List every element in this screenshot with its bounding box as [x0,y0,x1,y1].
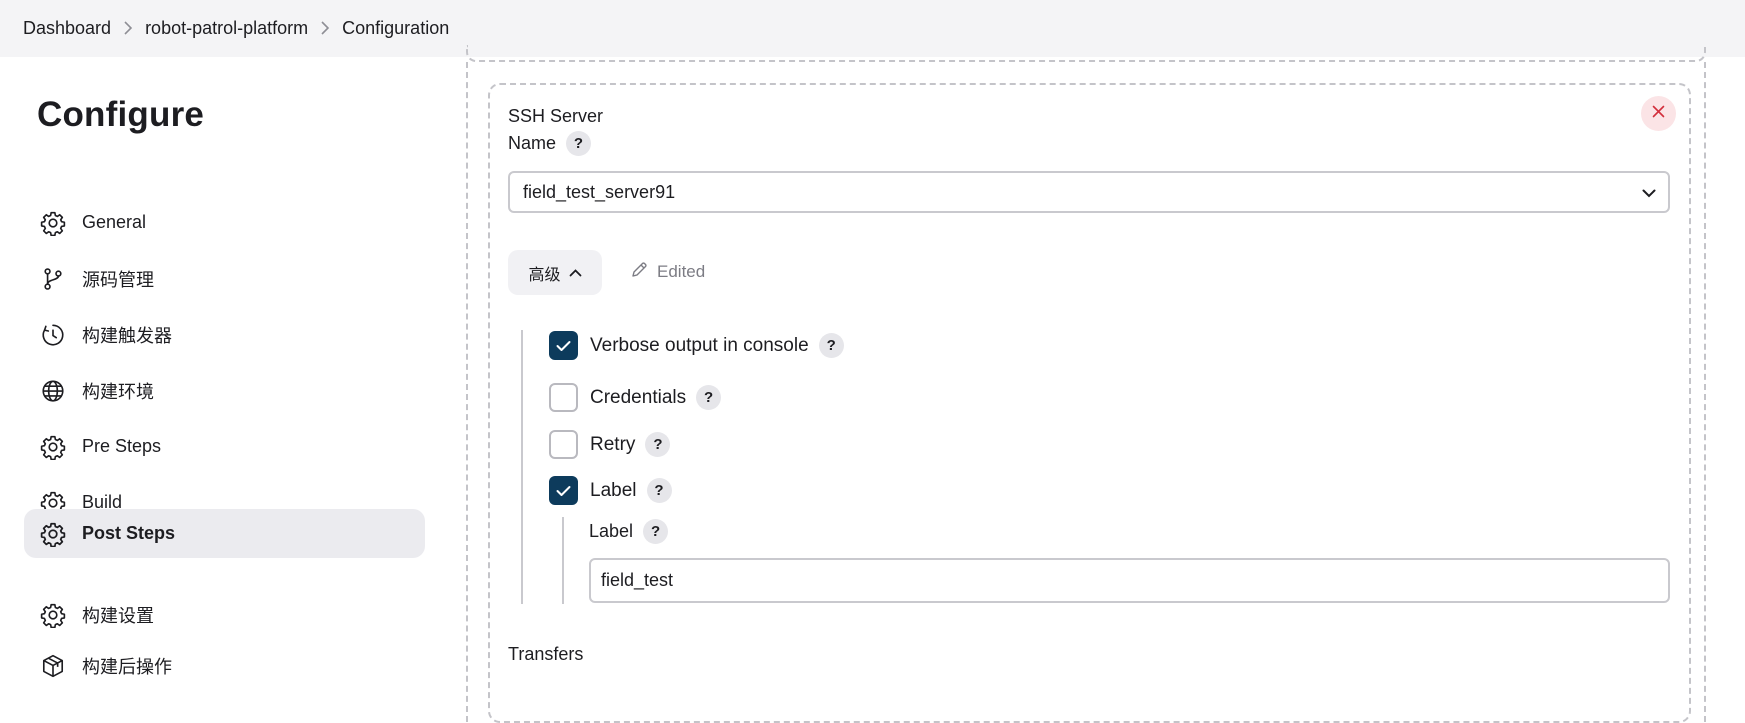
breadcrumb-project[interactable]: robot-patrol-platform [145,18,308,39]
label-field-label-text: Label [589,521,634,541]
verbose-checkbox[interactable] [549,331,578,360]
clock-icon [40,322,66,348]
gear-icon [40,521,66,547]
gear-icon [40,602,66,628]
sidebar-item-general[interactable]: General [24,198,425,247]
label-input[interactable]: field_test [589,558,1670,603]
sidebar-item-pre-steps[interactable]: Pre Steps [24,422,425,471]
label-checkbox-label: Label ? [590,476,672,505]
verbose-label: Verbose output in console ? [590,331,844,360]
chevron-right-icon [308,20,342,38]
breadcrumb-configuration[interactable]: Configuration [342,18,449,39]
help-icon[interactable]: ? [818,333,844,358]
sidebar-item-environment[interactable]: 构建环境 [24,366,425,415]
page-title: Configure [37,95,205,134]
label-block-rule [562,517,564,604]
transfers-heading: Transfers [508,644,584,664]
help-icon[interactable]: ? [645,432,671,457]
delete-server-button[interactable] [1641,96,1676,131]
pencil-icon [630,261,657,284]
retry-label-text: Retry [590,433,636,455]
sidebar-item-build-settings[interactable]: 构建设置 [24,590,425,639]
advanced-toggle-button[interactable]: 高级 [508,250,602,295]
chevron-up-icon [561,264,582,282]
label-input-value: field_test [601,570,674,590]
sidebar-item-label: Post Steps [82,523,176,543]
ssh-server-label: SSH Server [508,106,604,126]
package-icon [40,653,66,679]
breadcrumb-dashboard[interactable]: Dashboard [23,18,111,39]
gear-icon [40,434,66,460]
advanced-label: 高级 [528,266,561,284]
sidebar-item-label: General [82,212,147,232]
help-icon[interactable]: ? [643,519,669,544]
label-checkbox-text: Label [590,479,637,501]
retry-label: Retry ? [590,430,671,459]
gear-icon [40,210,66,236]
globe-icon [40,378,66,404]
sidebar-item-label: 源码管理 [82,269,154,290]
sidebar-item-source[interactable]: 源码管理 [24,254,425,303]
sidebar-item-label: Pre Steps [82,436,162,456]
sidebar-item-label: 构建触发器 [82,325,172,346]
credentials-checkbox[interactable] [549,383,578,412]
label-checkbox[interactable] [549,476,578,505]
server-name-label-text: Name [508,133,557,153]
advanced-block-rule [521,330,523,604]
edited-indicator: Edited [630,258,705,286]
help-icon[interactable]: ? [696,385,722,410]
sidebar: Configure General 源码管理 构建触发器 构建环境 Pre St… [0,57,440,680]
sidebar-item-label: 构建设置 [82,605,154,626]
verbose-label-text: Verbose output in console [590,334,809,356]
server-name-label: Name ? [508,130,592,157]
help-icon[interactable]: ? [646,478,672,503]
server-name-value: field_test_server91 [523,181,676,202]
server-name-select[interactable]: field_test_server91 [508,171,1670,213]
sidebar-item-label: 构建环境 [82,381,154,402]
sidebar-item-post-steps[interactable]: Post Steps [24,509,425,558]
credentials-label: Credentials ? [590,383,722,412]
branch-icon [40,266,66,292]
edited-label: Edited [657,262,706,281]
label-field-label: Label ? [589,518,669,545]
sidebar-item-post-build[interactable]: 构建后操作 [24,646,425,686]
credentials-label-text: Credentials [590,386,687,408]
retry-checkbox[interactable] [549,430,578,459]
sidebar-item-label: 构建后操作 [82,657,172,677]
chevron-right-icon [111,20,145,38]
close-icon [1652,105,1665,123]
help-icon[interactable]: ? [566,131,592,156]
previous-section-frame [466,45,1706,62]
chevron-down-icon [1642,182,1656,203]
sidebar-item-triggers[interactable]: 构建触发器 [24,310,425,359]
